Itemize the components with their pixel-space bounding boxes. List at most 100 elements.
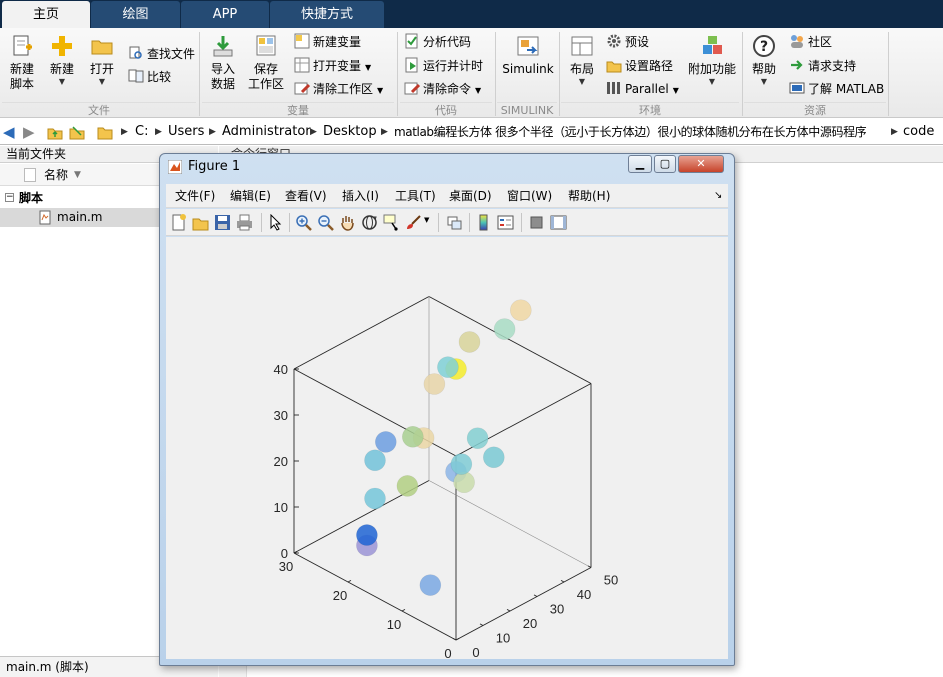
print-icon[interactable] [236,214,253,231]
sphere-point [509,299,532,321]
link-plot-icon[interactable] [446,214,463,231]
scatter-3d-plot[interactable]: 010203040010203001020304050 [166,237,728,661]
breadcrumb-item[interactable]: matlab编程长方体 很多个半径（远小于长方体边）很小的球体随机分布在长方体中… [394,119,867,144]
tab-home[interactable]: 主页 [2,1,90,28]
new-figure-icon[interactable] [170,214,187,231]
chevron-down-icon[interactable]: ▼ [424,216,429,224]
menu-window[interactable]: 窗口(W) [507,184,552,208]
set-path-icon [606,61,622,73]
menu-insert[interactable]: 插入(I) [342,184,379,208]
address-bar[interactable]: ◀ ▶ ▶ C: ▶ Users ▶ Administrator ▶ Deskt… [0,119,943,145]
open-variable-button[interactable]: 打开变量 ▼ [294,56,371,76]
tab-shortcuts[interactable]: 快捷方式 [270,1,384,28]
new-label: 新建 [49,62,74,76]
compare-button[interactable]: 比较 [128,67,171,87]
pointer-icon[interactable] [267,213,284,231]
import-data-button[interactable]: 导入 数据 [204,34,242,92]
community-button[interactable]: 社区 [789,32,832,52]
up-folder-icon[interactable] [47,124,63,144]
dock-arrow-icon[interactable]: ↘ [714,184,722,208]
hide-plot-tools-icon[interactable] [528,214,545,231]
parallel-button[interactable]: Parallel ▼ [606,79,679,99]
group-label-simulink: SIMULINK [497,102,557,117]
browse-folder-icon[interactable] [69,124,85,144]
figure-titlebar[interactable]: Figure 1 ▁ ▢ ✕ [160,154,734,180]
find-files-button[interactable]: 查找文件 [128,44,195,64]
sphere-point [437,356,459,378]
menu-edit[interactable]: 编辑(E) [230,184,271,208]
maximize-button[interactable]: ▢ [654,155,676,173]
breadcrumb-item[interactable]: Desktop [323,119,377,144]
menu-file[interactable]: 文件(F) [175,184,215,208]
learn-matlab-button[interactable]: 了解 MATLAB [789,79,884,99]
simulink-button[interactable]: Simulink [500,34,556,77]
close-button[interactable]: ✕ [678,155,724,173]
clear-commands-button[interactable]: 清除命令 ▼ [404,79,481,99]
pan-icon[interactable] [339,214,356,231]
tab-plots[interactable]: 绘图 [91,1,180,28]
addons-icon [703,36,722,54]
menu-desktop[interactable]: 桌面(D) [449,184,492,208]
menu-help[interactable]: 帮助(H) [568,184,610,208]
new-variable-button[interactable]: 新建变量 [294,32,361,52]
new-button[interactable]: 新建 ▼ [44,34,80,86]
layout-button[interactable]: 布局 ▼ [564,34,600,86]
open-icon[interactable] [192,214,209,231]
group-divider [888,32,889,116]
data-cursor-icon[interactable] [383,214,400,231]
new-script-label-2: 脚本 [9,77,34,91]
request-support-label: 请求支持 [808,59,857,73]
figure-canvas[interactable]: 0 10 20 30 40 0 10 20 30 0 10 20 30 40 50 [166,237,728,661]
open-variable-icon [294,57,310,73]
menu-view[interactable]: 查看(V) [285,184,327,208]
forward-arrow-icon[interactable]: ▶ [23,119,35,144]
minimize-button[interactable]: ▁ [628,155,652,173]
breadcrumb-item[interactable]: Users [168,119,204,144]
show-plot-tools-icon[interactable] [550,214,567,231]
y-tick-mark [479,623,484,626]
new-script-button[interactable]: 新建 脚本 [4,34,40,92]
simulink-icon [517,36,539,56]
find-files-icon [129,46,142,59]
group-divider [495,32,496,116]
sphere-point [364,449,386,472]
open-button[interactable]: 打开 ▼ [84,34,120,86]
chevron-down-icon: ▼ [365,63,372,72]
breadcrumb-item[interactable]: Administrator [222,119,311,144]
collapse-icon[interactable]: − [5,193,14,202]
preferences-button[interactable]: 预设 [606,32,649,52]
help-button[interactable]: ? 帮助 ▼ [747,34,781,86]
close-icon: ✕ [696,157,706,170]
chevron-down-icon: ▼ [475,86,482,95]
back-arrow-icon[interactable]: ◀ [3,119,15,144]
figure-window[interactable]: Figure 1 ▁ ▢ ✕ 文件(F) 编辑(E) 查看(V) 插入(I) 工… [159,153,735,666]
run-and-time-button[interactable]: 运行并计时 [404,56,483,76]
set-path-button[interactable]: 设置路径 [606,56,673,76]
group-divider [559,32,560,116]
legend-icon[interactable] [497,214,514,231]
learn-matlab-icon [789,82,805,94]
group-label-variable: 变量 [202,102,394,117]
new-script-label-1: 新建 [9,62,34,76]
help-label: 帮助 [751,62,776,76]
y-tick-label: 30 [550,602,564,617]
analyze-code-button[interactable]: 分析代码 [404,32,471,52]
zoom-out-icon[interactable] [317,214,334,231]
zoom-in-icon[interactable] [295,214,312,231]
colorbar-icon[interactable] [475,214,492,231]
toolbar-separator [521,213,522,232]
checkbox[interactable] [24,168,36,182]
brush-icon[interactable] [405,214,422,231]
save-icon[interactable] [214,214,231,231]
open-label: 打开 [89,62,114,76]
clear-workspace-button[interactable]: 清除工作区 ▼ [294,79,383,99]
request-support-button[interactable]: 请求支持 [789,56,856,76]
group-divider [199,32,200,116]
menu-tools[interactable]: 工具(T) [395,184,436,208]
save-workspace-button[interactable]: 保存 工作区 [246,34,286,92]
rotate-3d-icon[interactable] [361,214,378,231]
breadcrumb-item[interactable]: code [903,119,934,144]
breadcrumb-item[interactable]: C: [135,119,148,144]
tab-apps[interactable]: APP [181,1,269,28]
addons-button[interactable]: 附加功能 ▼ [688,34,736,86]
